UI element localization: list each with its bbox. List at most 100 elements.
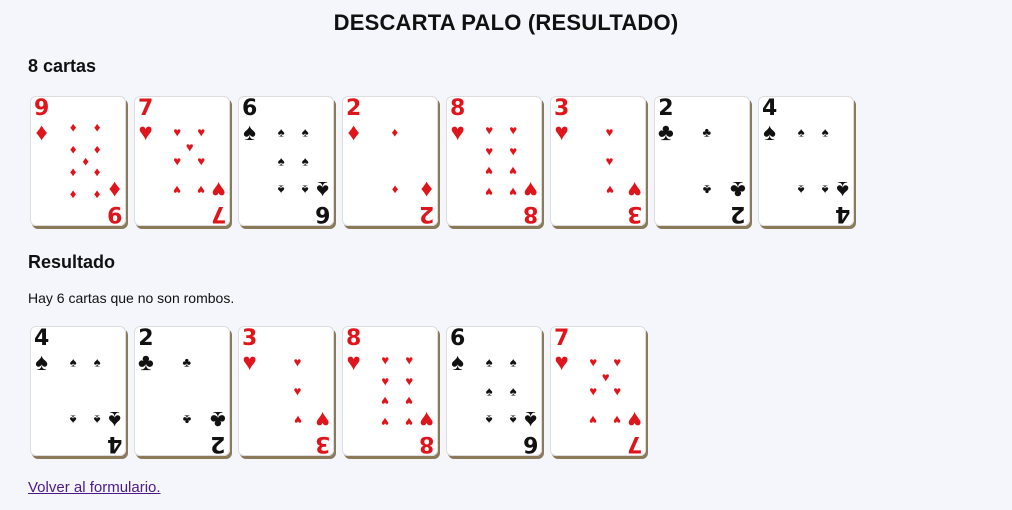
spades-pip-icon: ♠ — [509, 412, 517, 428]
hearts-pip-icon: ♥ — [197, 124, 206, 140]
card-pips: ♠ ♠ ♠ ♠ — [30, 326, 126, 456]
hearts-pip-icon: ♥ — [605, 153, 614, 169]
hearts-pip-icon: ♥ — [485, 143, 494, 159]
page-title: DESCARTA PALO (RESULTADO) — [333, 10, 679, 35]
clubs-pip-icon: ♣ — [182, 354, 192, 370]
card-pips: ♠ ♠ ♠ ♠ ♠ ♠ — [238, 96, 334, 226]
hearts-pip-icon: ♥ — [293, 412, 302, 428]
diamonds-pip-icon: ♦ — [93, 187, 101, 203]
spades-pip-icon: ♠ — [301, 153, 309, 169]
playing-card-9-diamonds: 9 ♦ 9 ♦ ♦ ♦ ♦ ♦ ♦ ♦ ♦ ♦ ♦ — [30, 96, 126, 226]
result-summary: Hay 6 cartas que no son rombos. — [28, 290, 235, 306]
spades-pip-icon: ♠ — [509, 354, 517, 370]
hearts-pip-icon: ♥ — [185, 139, 194, 155]
hearts-pip-icon: ♥ — [197, 182, 206, 198]
hearts-pip-icon: ♥ — [605, 182, 614, 198]
spades-pip-icon: ♠ — [69, 412, 77, 428]
card-pips: ♥ ♥ ♥ ♥ ♥ ♥ ♥ ♥ — [342, 326, 438, 456]
card-pips: ♣ ♣ — [654, 96, 750, 226]
playing-card-6-spades: 6 ♠ 6 ♠ ♠ ♠ ♠ ♠ ♠ ♠ — [446, 326, 542, 456]
hearts-pip-icon: ♥ — [605, 124, 614, 140]
playing-card-6-spades: 6 ♠ 6 ♠ ♠ ♠ ♠ ♠ ♠ ♠ — [238, 96, 334, 226]
hearts-pip-icon: ♥ — [509, 163, 518, 179]
card-pips: ♥ ♥ ♥ ♥ ♥ ♥ ♥ ♥ — [446, 96, 542, 226]
diamonds-pip-icon: ♦ — [93, 119, 101, 135]
spades-pip-icon: ♠ — [797, 124, 805, 140]
result-heading: Resultado — [28, 252, 116, 272]
back-to-form-link[interactable]: Volver al formulario. — [28, 479, 161, 496]
card-pips: ♦ ♦ ♦ ♦ ♦ ♦ ♦ ♦ ♦ — [30, 96, 126, 226]
spades-pip-icon: ♠ — [277, 124, 285, 140]
card-pips: ♥ ♥ ♥ — [238, 326, 334, 456]
card-pips: ♠ ♠ ♠ ♠ ♠ ♠ — [446, 326, 542, 456]
spades-pip-icon: ♠ — [509, 383, 517, 399]
playing-card-4-spades: 4 ♠ 4 ♠ ♠ ♠ ♠ ♠ — [30, 326, 126, 456]
diamonds-pip-icon: ♦ — [93, 141, 101, 157]
spades-pip-icon: ♠ — [485, 354, 493, 370]
spades-pip-icon: ♠ — [93, 412, 101, 428]
hearts-pip-icon: ♥ — [197, 153, 206, 169]
card-pips: ♦ ♦ — [342, 96, 438, 226]
card-pips: ♥ ♥ ♥ ♥ ♥ ♥ ♥ — [550, 326, 646, 456]
playing-card-4-spades: 4 ♠ 4 ♠ ♠ ♠ ♠ ♠ — [758, 96, 854, 226]
diamonds-pip-icon: ♦ — [391, 182, 399, 198]
hearts-pip-icon: ♥ — [613, 354, 622, 370]
hearts-pip-icon: ♥ — [381, 352, 390, 368]
cards-row: 9 ♦ 9 ♦ ♦ ♦ ♦ ♦ ♦ ♦ ♦ ♦ ♦ 7 ♥ 7 ♥ ♥ ♥ ♥ ♥ ♥ ♥ ♥ 6 ♠ 6 ♠ ♠ ♠ ♠ ♠ ♠ ♠ 2 ♦ 2 ♦ ♦ ♦… — [30, 96, 854, 226]
hearts-pip-icon: ♥ — [589, 412, 598, 428]
playing-card-2-clubs: 2 ♣ 2 ♣ ♣ ♣ — [654, 96, 750, 226]
spades-pip-icon: ♠ — [821, 124, 829, 140]
playing-card-8-hearts: 8 ♥ 8 ♥ ♥ ♥ ♥ ♥ ♥ ♥ ♥ ♥ — [342, 326, 438, 456]
hearts-pip-icon: ♥ — [485, 163, 494, 179]
hearts-pip-icon: ♥ — [173, 182, 182, 198]
clubs-pip-icon: ♣ — [182, 412, 192, 428]
hearts-pip-icon: ♥ — [601, 369, 610, 385]
diamonds-pip-icon: ♦ — [69, 187, 77, 203]
hearts-pip-icon: ♥ — [405, 393, 414, 409]
hearts-pip-icon: ♥ — [589, 354, 598, 370]
card-pips: ♥ ♥ ♥ — [550, 96, 646, 226]
card-pips: ♠ ♠ ♠ ♠ — [758, 96, 854, 226]
hearts-pip-icon: ♥ — [589, 383, 598, 399]
spades-pip-icon: ♠ — [301, 182, 309, 198]
hearts-pip-icon: ♥ — [293, 383, 302, 399]
card-pips: ♥ ♥ ♥ ♥ ♥ ♥ ♥ — [134, 96, 230, 226]
hearts-pip-icon: ♥ — [405, 373, 414, 389]
diamonds-pip-icon: ♦ — [69, 119, 77, 135]
hearts-pip-icon: ♥ — [485, 122, 494, 138]
diamonds-pip-icon: ♦ — [93, 165, 101, 181]
playing-card-8-hearts: 8 ♥ 8 ♥ ♥ ♥ ♥ ♥ ♥ ♥ ♥ ♥ — [446, 96, 542, 226]
hearts-pip-icon: ♥ — [293, 354, 302, 370]
spades-pip-icon: ♠ — [797, 182, 805, 198]
spades-pip-icon: ♠ — [69, 354, 77, 370]
hearts-pip-icon: ♥ — [485, 184, 494, 200]
hearts-pip-icon: ♥ — [509, 184, 518, 200]
hearts-pip-icon: ♥ — [173, 124, 182, 140]
hearts-pip-icon: ♥ — [613, 412, 622, 428]
playing-card-2-diamonds: 2 ♦ 2 ♦ ♦ ♦ — [342, 96, 438, 226]
playing-card-3-hearts: 3 ♥ 3 ♥ ♥ ♥ ♥ — [550, 96, 646, 226]
hearts-pip-icon: ♥ — [381, 393, 390, 409]
spades-pip-icon: ♠ — [93, 354, 101, 370]
diamonds-pip-icon: ♦ — [391, 124, 399, 140]
spades-pip-icon: ♠ — [277, 153, 285, 169]
playing-card-7-hearts: 7 ♥ 7 ♥ ♥ ♥ ♥ ♥ ♥ ♥ ♥ — [134, 96, 230, 226]
result-cards-row: 4 ♠ 4 ♠ ♠ ♠ ♠ ♠ 2 ♣ 2 ♣ ♣ ♣ 3 ♥ 3 ♥ ♥ ♥ ♥ 8 ♥ 8 ♥ ♥ ♥ ♥ ♥ ♥ ♥ ♥ ♥ 6 ♠ 6 ♠ ♠ ♠ ♠… — [30, 326, 646, 456]
spades-pip-icon: ♠ — [485, 383, 493, 399]
playing-card-3-hearts: 3 ♥ 3 ♥ ♥ ♥ ♥ — [238, 326, 334, 456]
playing-card-2-clubs: 2 ♣ 2 ♣ ♣ ♣ — [134, 326, 230, 456]
spades-pip-icon: ♠ — [301, 124, 309, 140]
spades-pip-icon: ♠ — [821, 182, 829, 198]
spades-pip-icon: ♠ — [485, 412, 493, 428]
clubs-pip-icon: ♣ — [702, 124, 712, 140]
hearts-pip-icon: ♥ — [509, 143, 518, 159]
page: DESCARTA PALO (RESULTADO) 8 cartas 9 ♦ 9 ♦ ♦… — [0, 0, 1012, 510]
hearts-pip-icon: ♥ — [173, 153, 182, 169]
hearts-pip-icon: ♥ — [509, 122, 518, 138]
hearts-pip-icon: ♥ — [381, 373, 390, 389]
diamonds-pip-icon: ♦ — [82, 153, 89, 169]
diamonds-pip-icon: ♦ — [69, 141, 77, 157]
cards-heading: 8 cartas — [28, 56, 97, 76]
clubs-pip-icon: ♣ — [702, 182, 712, 198]
diamonds-pip-icon: ♦ — [69, 165, 77, 181]
